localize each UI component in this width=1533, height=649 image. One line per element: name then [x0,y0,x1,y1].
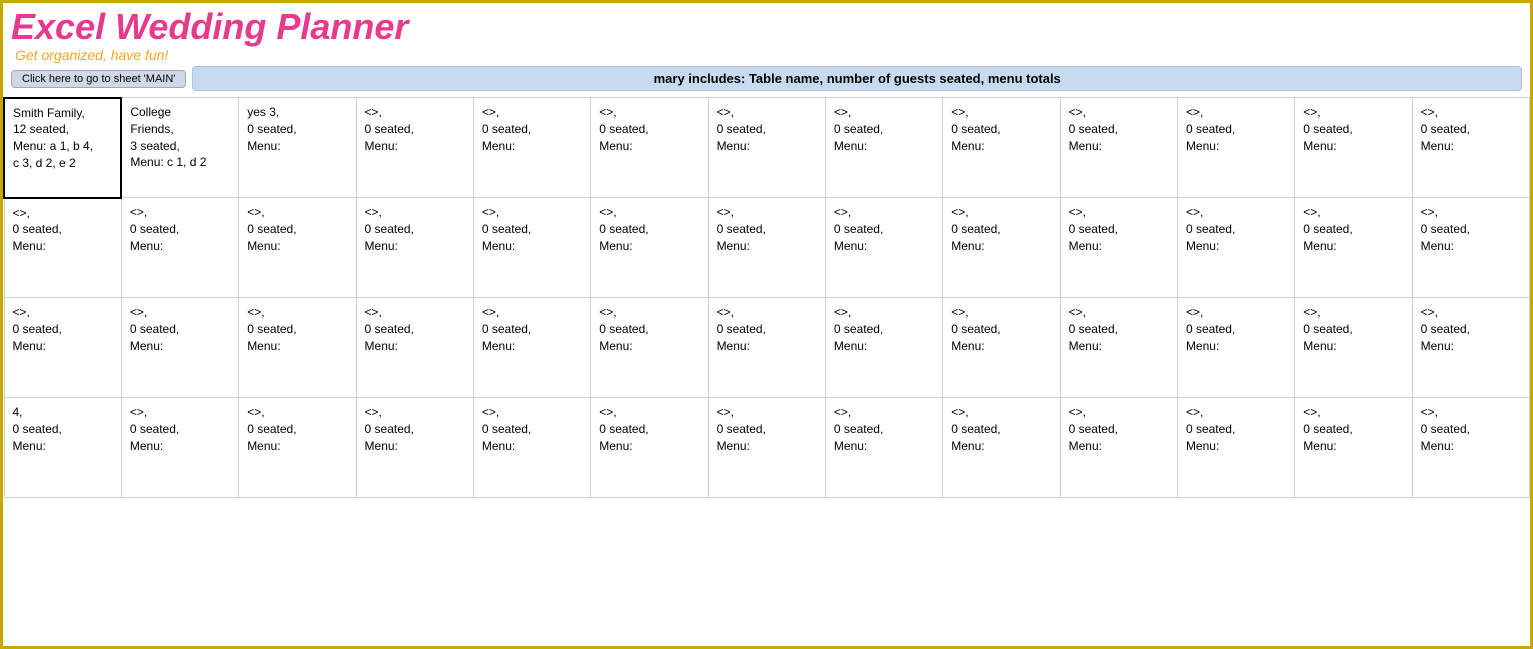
grid-container: Smith Family,12 seated,Menu: a 1, b 4,c … [3,97,1530,499]
table-cell: <>,0 seated,Menu: [121,398,238,498]
table-cell: <>,0 seated,Menu: [239,398,356,498]
table-cell: <>,0 seated,Menu: [473,198,590,298]
table-cell: <>,0 seated,Menu: [591,398,708,498]
nav-bar: Click here to go to sheet 'MAIN' mary in… [3,65,1530,93]
table-cell: <>,0 seated,Menu: [4,198,121,298]
table-cell: <>,0 seated,Menu: [1295,198,1412,298]
table-cell: <>,0 seated,Menu: [591,198,708,298]
table-cell: <>,0 seated,Menu: [1060,98,1177,198]
table-cell: <>,0 seated,Menu: [1295,298,1412,398]
table-cell: <>,0 seated,Menu: [1295,398,1412,498]
table-cell: <>,0 seated,Menu: [825,398,942,498]
app-subtitle: Get organized, have fun! [15,47,1522,63]
table-cell: <>,0 seated,Menu: [1412,298,1529,398]
table-cell: <>,0 seated,Menu: [1177,398,1294,498]
table-cell: <>,0 seated,Menu: [825,298,942,398]
table-cell: <>,0 seated,Menu: [356,398,473,498]
main-sheet-button[interactable]: Click here to go to sheet 'MAIN' [11,70,186,88]
table-cell: <>,0 seated,Menu: [473,298,590,398]
table-cell: <>,0 seated,Menu: [356,198,473,298]
table-cell: <>,0 seated,Menu: [1060,398,1177,498]
table-cell: <>,0 seated,Menu: [1412,98,1529,198]
table-cell: <>,0 seated,Menu: [943,98,1060,198]
table-cell: <>,0 seated,Menu: [708,198,825,298]
table-cell: <>,0 seated,Menu: [708,98,825,198]
table-cell: <>,0 seated,Menu: [708,398,825,498]
table-cell: <>,0 seated,Menu: [825,98,942,198]
table-cell: <>,0 seated,Menu: [591,298,708,398]
info-bar: mary includes: Table name, number of gue… [192,66,1522,91]
table-grid: Smith Family,12 seated,Menu: a 1, b 4,c … [3,97,1530,499]
table-cell: <>,0 seated,Menu: [591,98,708,198]
table-cell: <>,0 seated,Menu: [1412,398,1529,498]
table-cell: <>,0 seated,Menu: [121,198,238,298]
table-cell: <>,0 seated,Menu: [1177,198,1294,298]
table-cell: <>,0 seated,Menu: [239,198,356,298]
table-cell: <>,0 seated,Menu: [239,298,356,398]
table-cell: <>,0 seated,Menu: [1295,98,1412,198]
table-cell: <>,0 seated,Menu: [825,198,942,298]
table-cell: <>,0 seated,Menu: [4,298,121,398]
table-cell: <>,0 seated,Menu: [1060,298,1177,398]
table-cell: <>,0 seated,Menu: [356,298,473,398]
table-cell: <>,0 seated,Menu: [943,198,1060,298]
table-cell: yes 3,0 seated,Menu: [239,98,356,198]
table-cell: <>,0 seated,Menu: [943,298,1060,398]
table-cell: <>,0 seated,Menu: [943,398,1060,498]
table-cell: <>,0 seated,Menu: [356,98,473,198]
table-cell: <>,0 seated,Menu: [1060,198,1177,298]
table-cell: <>,0 seated,Menu: [473,398,590,498]
table-cell: Smith Family,12 seated,Menu: a 1, b 4,c … [4,98,121,198]
table-cell: <>,0 seated,Menu: [1177,298,1294,398]
app-title: Excel Wedding Planner [11,7,1522,47]
table-cell: <>,0 seated,Menu: [473,98,590,198]
table-cell: <>,0 seated,Menu: [1177,98,1294,198]
table-cell: <>,0 seated,Menu: [1412,198,1529,298]
header: Excel Wedding Planner Get organized, hav… [3,3,1530,63]
table-cell: <>,0 seated,Menu: [121,298,238,398]
table-cell: <>,0 seated,Menu: [708,298,825,398]
table-cell: CollegeFriends,3 seated,Menu: c 1, d 2 [121,98,238,198]
table-cell: 4,0 seated,Menu: [4,398,121,498]
